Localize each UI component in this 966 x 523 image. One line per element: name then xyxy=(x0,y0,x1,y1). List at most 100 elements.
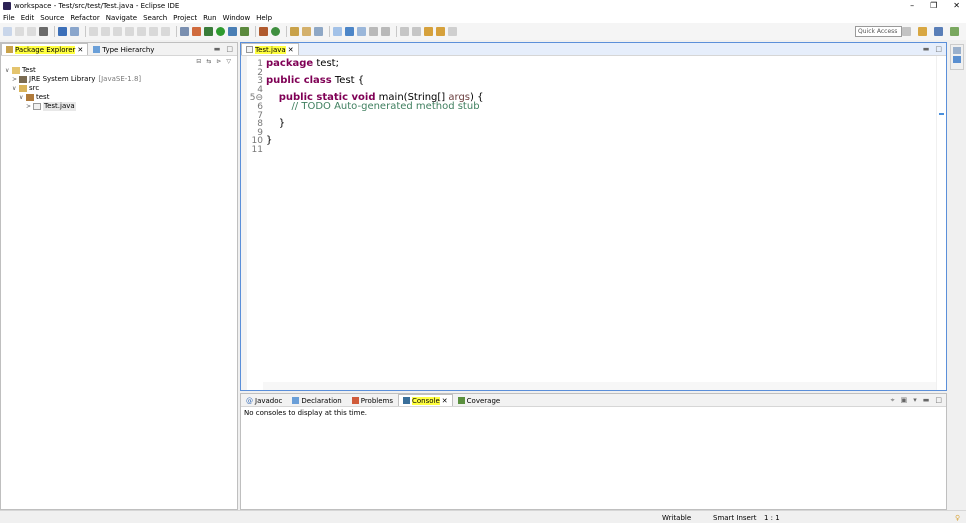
resume-icon[interactable] xyxy=(89,27,98,36)
code-keyword: public class xyxy=(266,75,332,87)
minimize-button[interactable]: – xyxy=(910,0,914,12)
print-icon[interactable] xyxy=(39,27,48,36)
link-with-editor-icon[interactable]: ⇆ xyxy=(206,58,211,65)
run-icon[interactable] xyxy=(216,27,225,36)
toggle-mark-occurrences-icon[interactable] xyxy=(333,27,342,36)
back-icon[interactable] xyxy=(424,27,433,36)
menu-refactor[interactable]: Refactor xyxy=(70,14,99,22)
skip-breakpoints-icon[interactable] xyxy=(70,27,79,36)
expand-toggle-icon[interactable]: ∨ xyxy=(19,93,26,102)
code-area[interactable]: 1 2 3 4 5⊖ 6 7 8 9 10 11 package test; p… xyxy=(241,56,946,390)
code-line: } xyxy=(266,119,483,129)
terminal-icon[interactable] xyxy=(58,27,67,36)
outline-icon[interactable] xyxy=(953,47,961,54)
tab-test-java[interactable]: Test.java ✕ xyxy=(241,43,299,55)
tree-item[interactable]: ∨ Test xyxy=(5,66,237,75)
overview-ruler[interactable] xyxy=(936,56,946,390)
search-icon[interactable] xyxy=(314,27,323,36)
menu-project[interactable]: Project xyxy=(173,14,197,22)
expand-toggle-icon[interactable]: > xyxy=(26,102,33,111)
focus-icon[interactable]: ⊳ xyxy=(216,58,221,65)
use-step-filters-icon[interactable] xyxy=(180,27,189,36)
open-perspective-icon[interactable] xyxy=(902,27,911,36)
maximize-button[interactable]: ❐ xyxy=(930,0,937,12)
tab-type-hierarchy[interactable]: Type Hierarchy xyxy=(88,43,159,55)
minimize-view-icon[interactable]: ▬ xyxy=(923,396,930,405)
display-console-icon[interactable]: ▣ xyxy=(901,396,908,405)
show-whitespace-icon[interactable] xyxy=(381,27,390,36)
new-java-package-icon[interactable] xyxy=(259,27,268,36)
block-selection-icon[interactable] xyxy=(369,27,378,36)
view-controls: ▬ □ xyxy=(214,45,233,53)
menu-source[interactable]: Source xyxy=(40,14,64,22)
step-over-icon[interactable] xyxy=(149,27,158,36)
debug-icon[interactable] xyxy=(204,27,213,36)
menu-file[interactable]: File xyxy=(3,14,15,22)
maximize-view-icon[interactable]: □ xyxy=(935,45,942,53)
task-marker[interactable] xyxy=(939,113,944,115)
view-menu-icon[interactable]: ▽ xyxy=(226,58,231,65)
forward-icon[interactable] xyxy=(436,27,445,36)
menu-edit[interactable]: Edit xyxy=(21,14,35,22)
minimize-view-icon[interactable]: ▬ xyxy=(923,45,930,53)
tab-package-explorer[interactable]: Package Explorer ✕ xyxy=(1,43,89,55)
maximize-view-icon[interactable]: □ xyxy=(226,45,233,53)
java-perspective-icon[interactable] xyxy=(934,27,943,36)
notification-icon[interactable]: ♀ xyxy=(955,514,960,522)
step-return-icon[interactable] xyxy=(161,27,170,36)
debug-config-icon[interactable] xyxy=(192,27,201,36)
tree-item[interactable]: > JRE System Library [JavaSE-1.8] xyxy=(5,75,237,84)
pin-console-icon[interactable]: ⌖ xyxy=(891,396,895,405)
minimize-view-icon[interactable]: ▬ xyxy=(214,45,221,53)
new-icon[interactable] xyxy=(3,27,12,36)
java-ee-perspective-icon[interactable] xyxy=(918,27,927,36)
previous-annotation-icon[interactable] xyxy=(412,27,421,36)
suspend-icon[interactable] xyxy=(101,27,110,36)
save-all-icon[interactable] xyxy=(27,27,36,36)
terminate-icon[interactable] xyxy=(113,27,122,36)
external-tools-icon[interactable] xyxy=(240,27,249,36)
tab-declaration[interactable]: Declaration xyxy=(287,394,346,406)
tab-problems[interactable]: Problems xyxy=(347,394,398,406)
step-into-icon[interactable] xyxy=(137,27,146,36)
window-controls: – ❐ ✕ xyxy=(910,0,960,12)
expand-toggle-icon[interactable]: ∨ xyxy=(12,84,19,93)
close-icon[interactable]: ✕ xyxy=(288,46,294,54)
tab-coverage[interactable]: Coverage xyxy=(453,394,506,406)
toggle-word-wrap-icon[interactable] xyxy=(357,27,366,36)
expand-toggle-icon[interactable]: ∨ xyxy=(5,66,12,75)
menu-help[interactable]: Help xyxy=(256,14,272,22)
tree-item[interactable]: > Test.java xyxy=(5,102,237,111)
menu-navigate[interactable]: Navigate xyxy=(106,14,137,22)
toggle-highlight-icon[interactable] xyxy=(345,27,354,36)
tab-label: Type Hierarchy xyxy=(102,45,155,54)
source-code[interactable]: package test; public class Test { public… xyxy=(266,59,483,155)
horizontal-scrollbar[interactable] xyxy=(263,382,936,390)
close-icon[interactable]: ✕ xyxy=(77,46,83,54)
perspective-switcher xyxy=(902,27,962,36)
close-icon[interactable]: ✕ xyxy=(442,397,448,405)
tree-item[interactable]: ∨ test xyxy=(5,93,237,102)
menu-search[interactable]: Search xyxy=(143,14,167,22)
task-list-icon[interactable] xyxy=(953,56,961,63)
pin-editor-icon[interactable] xyxy=(448,27,457,36)
open-type-icon[interactable] xyxy=(290,27,299,36)
disconnect-icon[interactable] xyxy=(125,27,134,36)
open-task-icon[interactable] xyxy=(302,27,311,36)
save-icon[interactable] xyxy=(15,27,24,36)
close-window-button[interactable]: ✕ xyxy=(953,0,960,12)
quick-access-input[interactable]: Quick Access xyxy=(855,26,902,37)
menu-window[interactable]: Window xyxy=(223,14,251,22)
collapse-all-icon[interactable]: ⊟ xyxy=(196,58,201,65)
expand-toggle-icon[interactable]: > xyxy=(12,75,19,84)
menu-run[interactable]: Run xyxy=(203,14,216,22)
open-console-icon[interactable]: ▾ xyxy=(913,396,917,405)
new-java-class-icon[interactable] xyxy=(271,27,280,36)
coverage-icon[interactable] xyxy=(228,27,237,36)
next-annotation-icon[interactable] xyxy=(400,27,409,36)
maximize-view-icon[interactable]: □ xyxy=(935,396,942,405)
tab-console[interactable]: Console ✕ xyxy=(398,394,453,406)
tab-javadoc[interactable]: @ Javadoc xyxy=(241,394,287,406)
tree-item[interactable]: ∨ src xyxy=(5,84,237,93)
debug-perspective-icon[interactable] xyxy=(950,27,959,36)
